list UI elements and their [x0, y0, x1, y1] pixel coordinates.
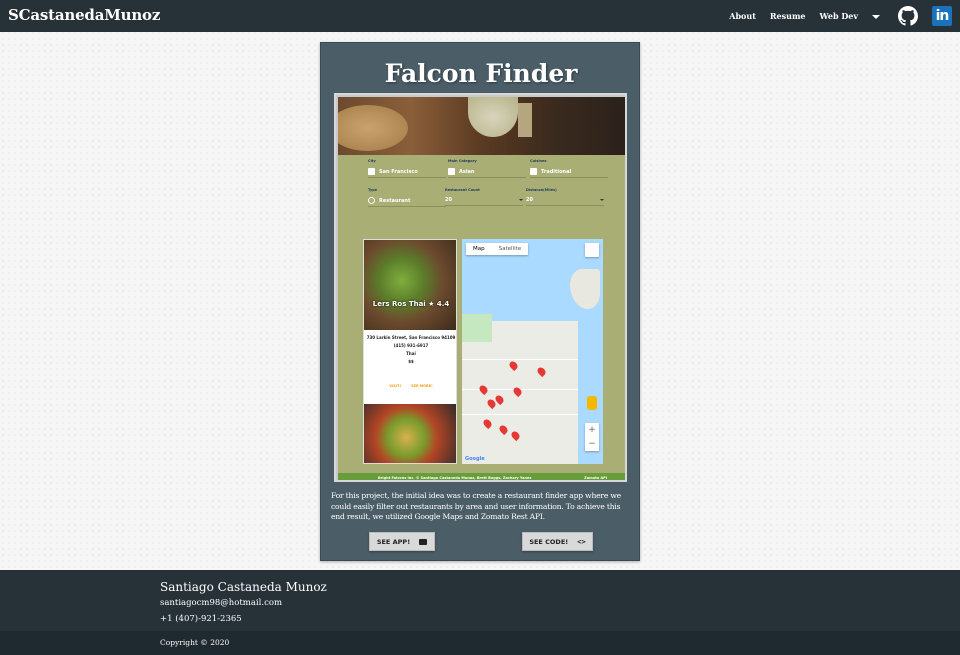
map-type-tabs: Map Satellite: [466, 243, 529, 255]
search-form: City San Francisco Main Category Asian C…: [338, 155, 625, 473]
project-description: For this project, the initial idea was t…: [331, 491, 621, 521]
footer-name: Santiago Castaneda Munoz: [160, 580, 327, 594]
restaurant-name: Lers Ros Thai ★ 4.4: [372, 300, 450, 308]
type-value-row: Restaurant: [368, 197, 446, 204]
main-category-value: Asian: [459, 168, 475, 175]
distance-label: Distance(Miles): [526, 188, 557, 192]
restaurant-address: 730 Larkin Street, San Francisco 94109: [366, 335, 456, 340]
code-icon: <>: [577, 537, 586, 546]
restaurant-count-select[interactable]: Restaurant Count 20: [445, 188, 523, 206]
google-map[interactable]: Map Satellite + − Google: [462, 239, 603, 464]
footer-email[interactable]: santiagocm98@hotmail.com: [160, 598, 282, 608]
fullscreen-icon[interactable]: [585, 243, 599, 257]
city-value-row: San Francisco: [368, 168, 446, 175]
web-app-icon: [419, 538, 428, 545]
cuisines-value-row: Traditional: [530, 168, 608, 175]
clock-icon: [368, 197, 375, 204]
field-underline: [530, 177, 608, 178]
zoom-in-button[interactable]: +: [585, 423, 599, 437]
copyright-text: Copyright © 2020: [160, 638, 230, 647]
see-app-button[interactable]: SEE APP!: [369, 532, 435, 551]
cuisines-label: Cuisines: [530, 159, 547, 163]
main-category-label: Main Category: [448, 159, 477, 163]
nav-resume[interactable]: Resume: [770, 11, 806, 21]
screenshot-inner: City San Francisco Main Category Asian C…: [338, 97, 625, 480]
screenshot-footer: Bright Falcons Inc. © Santiago Castaneda…: [338, 473, 625, 480]
hero-image: [338, 97, 625, 155]
screenshot-footer-credits: Bright Falcons Inc. © Santiago Castaneda…: [378, 475, 532, 480]
tab-satellite[interactable]: Satellite: [492, 243, 529, 255]
hero-cutting-board: [338, 105, 408, 151]
restaurant-phone: (415) 931-6917: [393, 343, 429, 348]
restaurant-photo: [364, 240, 456, 330]
type-value: Restaurant: [379, 197, 411, 204]
zoom-out-button[interactable]: −: [585, 437, 599, 451]
main-category-value-row: Asian: [448, 168, 526, 175]
hero-bottle: [518, 103, 532, 137]
project-card: Falcon Finder City San Francisco Main Ca…: [320, 42, 640, 561]
distance-select[interactable]: Distance(Miles) 20: [526, 188, 604, 206]
see-code-label: SEE CODE!: [529, 537, 569, 546]
chevron-down-icon: [519, 199, 523, 201]
chevron-down-icon: [600, 199, 604, 201]
see-app-label: SEE APP!: [376, 537, 411, 546]
map-road: [462, 414, 578, 415]
restaurant-photo-2: [364, 404, 456, 463]
cuisines-value: Traditional: [541, 168, 572, 175]
nav-web-dev-dropdown[interactable]: Web Dev: [820, 11, 880, 21]
nav-web-dev-label: Web Dev: [819, 11, 858, 21]
city-field[interactable]: City San Francisco: [368, 159, 446, 178]
restaurant-count-label: Restaurant Count: [445, 188, 480, 192]
utensils-icon: [448, 168, 455, 175]
field-underline: [445, 205, 523, 206]
see-more-link[interactable]: SEE MORE!: [411, 384, 433, 388]
zoom-controls: + −: [585, 423, 599, 451]
restaurant-cuisine: Thai: [406, 351, 416, 356]
type-field[interactable]: Type Restaurant: [368, 188, 446, 207]
project-screenshot: City San Francisco Main Category Asian C…: [334, 93, 627, 482]
nav-about[interactable]: About: [729, 11, 756, 21]
project-title: Falcon Finder: [384, 59, 578, 88]
screenshot-footer-api: Zomato API: [584, 475, 607, 480]
restaurant-count-value: 20: [445, 197, 452, 203]
city-label: City: [368, 159, 376, 163]
navbar: SCastanedaMunoz About Resume Web Dev in: [0, 0, 960, 32]
restaurant-actions: VISIT! SEE MORE!: [364, 384, 456, 388]
tab-map[interactable]: Map: [466, 243, 492, 255]
field-underline: [368, 206, 446, 207]
linkedin-glyph: in: [935, 8, 950, 24]
field-underline: [448, 177, 526, 178]
brand-logo[interactable]: SCastanedaMunoz: [8, 6, 160, 24]
google-logo: Google: [465, 456, 485, 462]
github-icon[interactable]: [898, 6, 918, 26]
field-underline: [368, 177, 446, 178]
pegman-icon[interactable]: [587, 396, 597, 410]
main-category-field[interactable]: Main Category Asian: [448, 159, 526, 178]
field-underline: [526, 205, 604, 206]
map-park: [462, 314, 492, 342]
map-road: [462, 359, 578, 360]
footer: Santiago Castaneda Munoz santiagocm98@ho…: [0, 570, 960, 631]
footer-phone[interactable]: +1 (407)-921-2365: [160, 614, 242, 624]
see-code-button[interactable]: SEE CODE! <>: [522, 532, 593, 551]
cuisines-field[interactable]: Cuisines Traditional: [530, 159, 608, 178]
fork-knife-icon: [530, 168, 537, 175]
restaurant-info: 730 Larkin Street, San Francisco 94109 (…: [366, 334, 456, 366]
restaurant-count-value-row: 20: [445, 197, 523, 203]
chevron-down-icon: [872, 15, 880, 19]
distance-value-row: 20: [526, 197, 604, 203]
city-value: San Francisco: [379, 168, 418, 175]
building-icon: [368, 168, 375, 175]
restaurant-card[interactable]: Lers Ros Thai ★ 4.4 730 Larkin Street, S…: [363, 239, 457, 464]
distance-value: 20: [526, 197, 533, 203]
visit-link[interactable]: VISIT!: [389, 384, 401, 388]
linkedin-icon[interactable]: in: [932, 6, 952, 26]
restaurant-price: $$: [408, 359, 414, 364]
copyright-bar: Copyright © 2020: [0, 631, 960, 655]
type-label: Type: [368, 188, 378, 192]
hero-glass: [468, 97, 518, 137]
nav-links: About Resume Web Dev in: [729, 0, 960, 32]
